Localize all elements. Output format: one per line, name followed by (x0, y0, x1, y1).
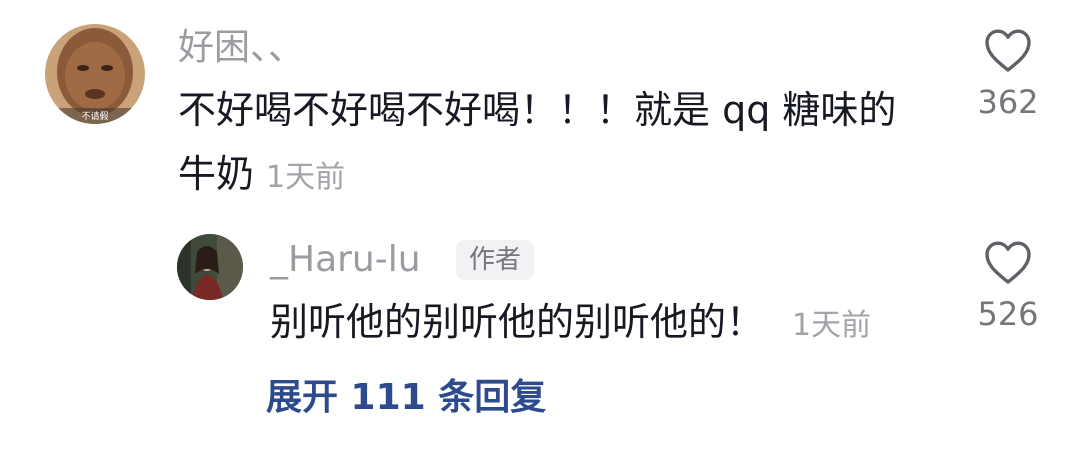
author-badge: 作者 (456, 240, 535, 280)
commenter-username[interactable]: 好困、、 (178, 28, 304, 68)
reply-text: 别听他的别听他的别听他的！ 1天前 (270, 290, 871, 358)
comment-like-count: 362 (977, 83, 1039, 121)
commenter-avatar[interactable]: 不请假 (45, 24, 145, 124)
expand-replies-button[interactable]: 展开 111 条回复 (266, 376, 546, 420)
comment-text-line-1: 不好喝不好喝不好喝！！！就是 qq 糖味的 (178, 88, 897, 132)
avatar-caption: 不请假 (81, 110, 108, 122)
comment-text: 不好喝不好喝不好喝！！！就是 qq 糖味的 牛奶 1天前 (178, 78, 896, 210)
reply-like-column: 526 (958, 240, 1058, 334)
reply-like-count: 526 (977, 295, 1039, 333)
reply-author-username[interactable]: _Haru-lu (270, 240, 421, 280)
reply-text-content: 别听他的别听他的别听他的！ (270, 300, 765, 344)
comment-thread: 不请假 好困、、 不好喝不好喝不好喝！！！就是 qq 糖味的 牛奶 1天前 362… (0, 0, 1080, 455)
commenter-avatar-image: 不请假 (45, 24, 145, 124)
comment-text-line-2-content: 牛奶 (178, 152, 255, 196)
comment-text-line-2: 牛奶 1天前 (178, 142, 896, 210)
heart-outline-icon[interactable] (984, 240, 1032, 286)
reply-timestamp: 1天前 (792, 308, 872, 343)
heart-outline-icon[interactable] (984, 28, 1032, 74)
comment-like-column: 362 (958, 28, 1058, 122)
comment-timestamp: 1天前 (266, 160, 346, 195)
reply-avatar-image (177, 234, 243, 300)
reply-author-avatar[interactable] (177, 234, 243, 300)
